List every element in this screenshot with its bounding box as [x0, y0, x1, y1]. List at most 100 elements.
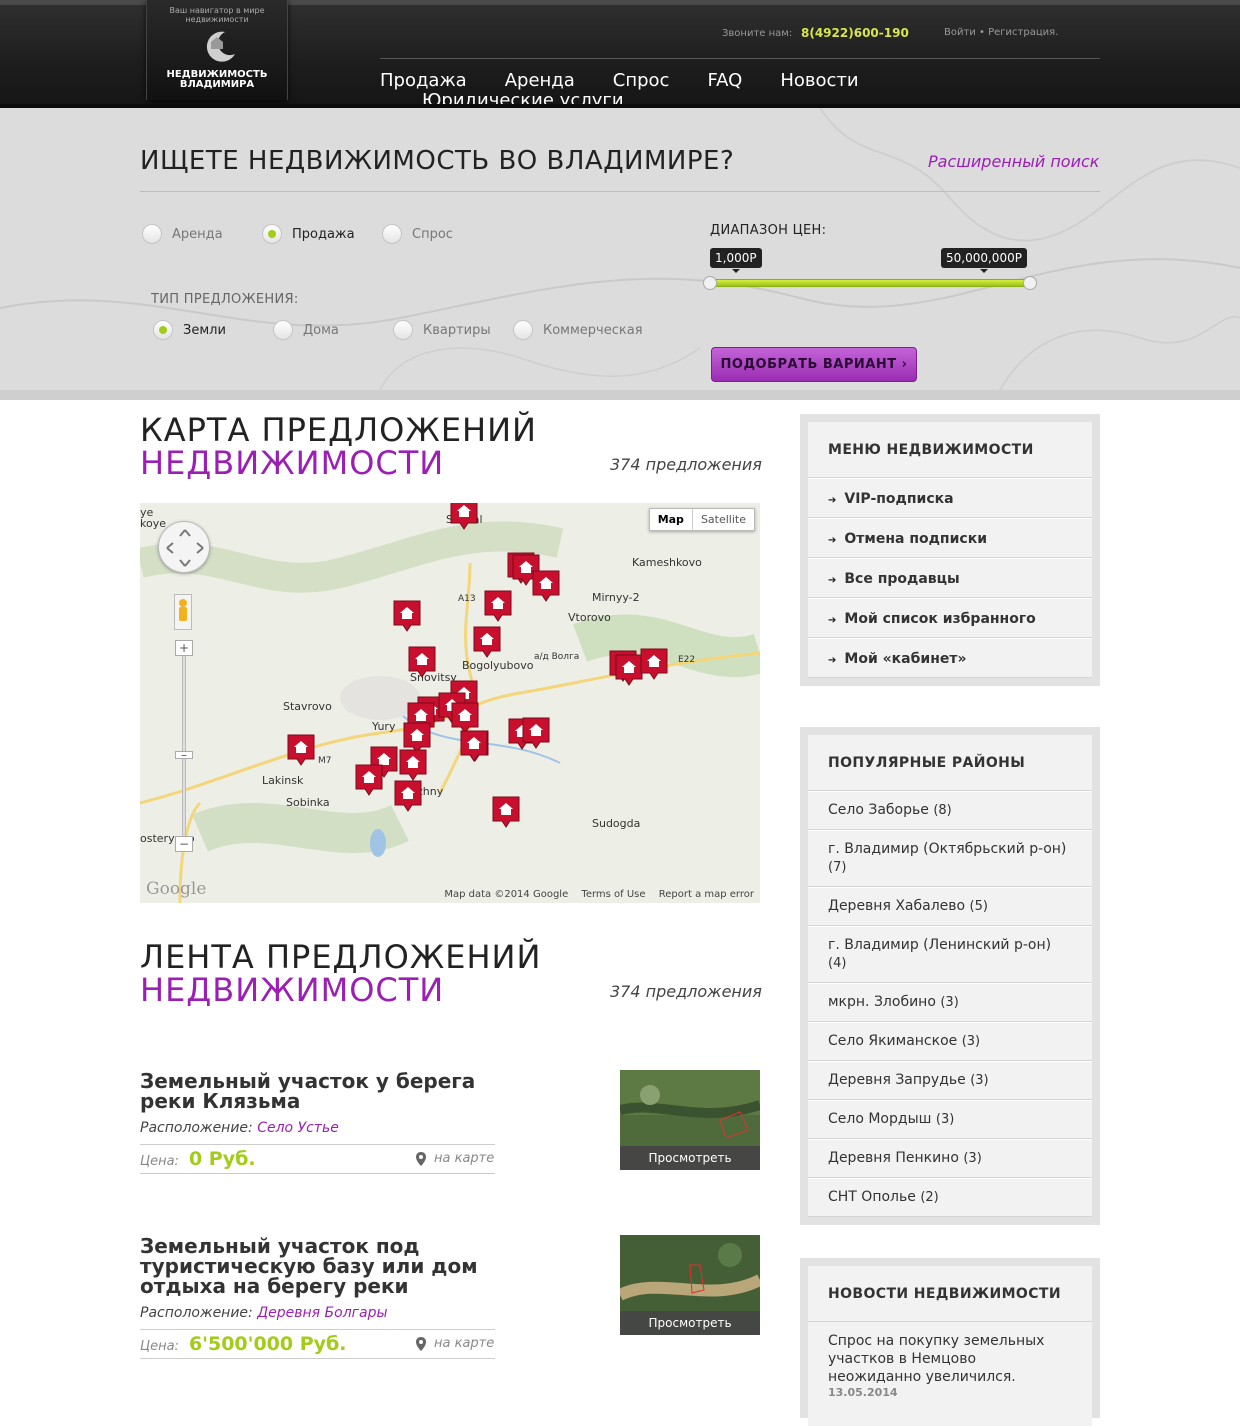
- satellite-view-button[interactable]: Satellite: [693, 509, 754, 530]
- district-item[interactable]: мкрн. Злобино (3): [808, 983, 1092, 1022]
- district-item[interactable]: СНТ Ополье (2): [808, 1178, 1092, 1217]
- district-item[interactable]: Деревня Пенкино (3): [808, 1139, 1092, 1178]
- listing-thumbnail[interactable]: Просмотреть: [620, 1070, 760, 1170]
- on-map-link[interactable]: на карте: [416, 1336, 494, 1351]
- listing-title[interactable]: Земельный участок под туристическую базу…: [140, 1236, 520, 1296]
- map-markers-layer: [287, 503, 668, 828]
- zoom-slider-handle[interactable]: –: [175, 749, 193, 761]
- map-house-marker-icon[interactable]: [355, 764, 383, 796]
- map-view-button[interactable]: Map: [650, 509, 693, 530]
- login-link[interactable]: Войти: [944, 27, 976, 38]
- map-house-marker-icon[interactable]: [492, 796, 520, 828]
- popular-districts-panel: ПОПУЛЯРНЫЕ РАЙОНЫ Село Заборье (8) г. Вл…: [800, 727, 1100, 1225]
- price-value: 6'500'000 Руб.: [188, 1333, 347, 1355]
- price-min-handle[interactable]: [703, 276, 717, 290]
- district-item[interactable]: Деревня Запрудье (3): [808, 1061, 1092, 1100]
- district-name: Деревня Пенкино: [828, 1150, 959, 1166]
- location-link[interactable]: Село Устье: [257, 1120, 339, 1136]
- listing-divider: [140, 1144, 495, 1145]
- price-range-slider[interactable]: [710, 279, 1030, 287]
- district-item[interactable]: Село Заборье (8): [808, 791, 1092, 830]
- zoom-out-button[interactable]: −: [175, 836, 193, 852]
- radio-dot[interactable]: [382, 224, 402, 244]
- nav-news[interactable]: Новости: [780, 69, 858, 93]
- street-view-pegman-icon[interactable]: [174, 594, 192, 630]
- menu-item-unsubscribe[interactable]: ➔ Отмена подписки: [808, 518, 1092, 558]
- zoom-slider-track[interactable]: [182, 648, 186, 846]
- map-house-marker-icon[interactable]: [450, 503, 478, 530]
- radio-commercial[interactable]: Коммерческая: [513, 320, 643, 340]
- register-link[interactable]: Регистрация.: [988, 27, 1058, 38]
- listing-title[interactable]: Земельный участок у берега реки Клязьма: [140, 1071, 520, 1111]
- radio-dot-selected[interactable]: [262, 224, 282, 244]
- map-terms-link[interactable]: Terms of Use: [581, 889, 645, 900]
- map-house-marker-icon[interactable]: [393, 600, 421, 632]
- district-item[interactable]: Село Якиманское (3): [808, 1022, 1092, 1061]
- map-house-marker-icon[interactable]: [473, 626, 501, 658]
- nav-faq[interactable]: FAQ: [707, 69, 742, 93]
- find-option-button[interactable]: ПОДОБРАТЬ ВАРИАНТ ›: [711, 347, 917, 382]
- radio-land[interactable]: Земли: [153, 320, 226, 340]
- news-item-text[interactable]: Спрос на покупку земельных участков в Не…: [808, 1322, 1092, 1386]
- map-house-marker-icon[interactable]: [287, 734, 315, 766]
- map-house-marker-icon[interactable]: [532, 570, 560, 602]
- district-count: (3): [940, 995, 959, 1010]
- view-button[interactable]: Просмотреть: [620, 1311, 760, 1335]
- map-house-marker-icon[interactable]: [615, 654, 643, 686]
- radio-dot[interactable]: [513, 320, 533, 340]
- property-menu-title: МЕНЮ НЕДВИЖИМОСТИ: [808, 422, 1092, 478]
- menu-item-vip[interactable]: ➔ VIP-подписка: [808, 478, 1092, 518]
- district-item[interactable]: Село Мордыш (3): [808, 1100, 1092, 1139]
- main-nav: Продажа Аренда Спрос FAQ Новости Юридические…: [380, 69, 1100, 111]
- menu-item-sellers[interactable]: ➔ Все продавцы: [808, 558, 1092, 598]
- district-count: (4): [828, 956, 847, 971]
- site-logo[interactable]: Ваш навигатор в мире недвижимости НЕДВИЖ…: [146, 0, 288, 100]
- zoom-in-button[interactable]: +: [175, 640, 193, 656]
- offers-map[interactable]: Suzdal Kameshkovo Mirnyy-2 Vtorovo Bogol…: [140, 503, 760, 903]
- logo-tagline: Ваш навигатор в мире недвижимости: [169, 6, 265, 24]
- listing-thumbnail[interactable]: Просмотреть: [620, 1235, 760, 1335]
- location-link[interactable]: Деревня Болгары: [257, 1305, 387, 1321]
- price-max-handle[interactable]: [1023, 276, 1037, 290]
- district-name: г. Владимир (Ленинский р-он): [828, 937, 1052, 953]
- advanced-search-link[interactable]: Расширенный поиск: [928, 152, 1099, 171]
- map-report-link[interactable]: Report a map error: [659, 889, 754, 900]
- radio-sale[interactable]: Продажа: [262, 224, 355, 244]
- district-item[interactable]: г. Владимир (Ленинский р-он) (4): [808, 926, 1092, 983]
- arrow-right-icon: ➔: [828, 655, 837, 666]
- map-house-marker-icon[interactable]: [460, 730, 488, 762]
- radio-dot[interactable]: [393, 320, 413, 340]
- map-house-marker-icon[interactable]: [484, 590, 512, 622]
- map-house-marker-icon[interactable]: [451, 702, 479, 734]
- on-map-link[interactable]: на карте: [416, 1151, 494, 1166]
- radio-dot-selected[interactable]: [153, 320, 173, 340]
- menu-item-cabinet[interactable]: ➔ Мой «кабинет»: [808, 638, 1092, 678]
- map-type-switch: Map Satellite: [648, 508, 755, 531]
- radio-demand[interactable]: Спрос: [382, 224, 453, 244]
- map-house-marker-icon[interactable]: [640, 648, 668, 680]
- view-button[interactable]: Просмотреть: [620, 1146, 760, 1170]
- map-house-marker-icon[interactable]: [408, 646, 436, 678]
- district-item[interactable]: г. Владимир (Октябрьский р-он) (7): [808, 830, 1092, 887]
- search-title: ИЩЕТЕ НЕДВИЖИМОСТЬ ВО ВЛАДИМИРЕ?: [140, 146, 735, 176]
- map-house-marker-icon[interactable]: [394, 780, 422, 812]
- radio-apartments[interactable]: Квартиры: [393, 320, 491, 340]
- map-house-marker-icon[interactable]: [403, 722, 431, 754]
- phone-number[interactable]: 8(4922)600-190: [801, 26, 909, 40]
- radio-label: Квартиры: [423, 322, 491, 338]
- nav-divider: [380, 58, 1100, 59]
- map-house-marker-icon[interactable]: [399, 749, 427, 781]
- type-label: ТИП ПРЕДЛОЖЕНИЯ:: [151, 292, 299, 307]
- pan-arrows-icon: [166, 529, 204, 567]
- map-pan-control[interactable]: [158, 521, 210, 573]
- radio-houses[interactable]: Дома: [273, 320, 339, 340]
- radio-rent[interactable]: Аренда: [142, 224, 223, 244]
- district-item[interactable]: Деревня Хабалево (5): [808, 887, 1092, 926]
- radio-dot[interactable]: [142, 224, 162, 244]
- district-name: г. Владимир (Октябрьский р-он): [828, 841, 1067, 857]
- district-count: (5): [969, 899, 988, 914]
- menu-item-label: VIP-подписка: [844, 491, 954, 507]
- menu-item-favorites[interactable]: ➔ Мой список избранного: [808, 598, 1092, 638]
- site-header: Ваш навигатор в мире недвижимости НЕДВИЖ…: [0, 0, 1240, 111]
- radio-dot[interactable]: [273, 320, 293, 340]
